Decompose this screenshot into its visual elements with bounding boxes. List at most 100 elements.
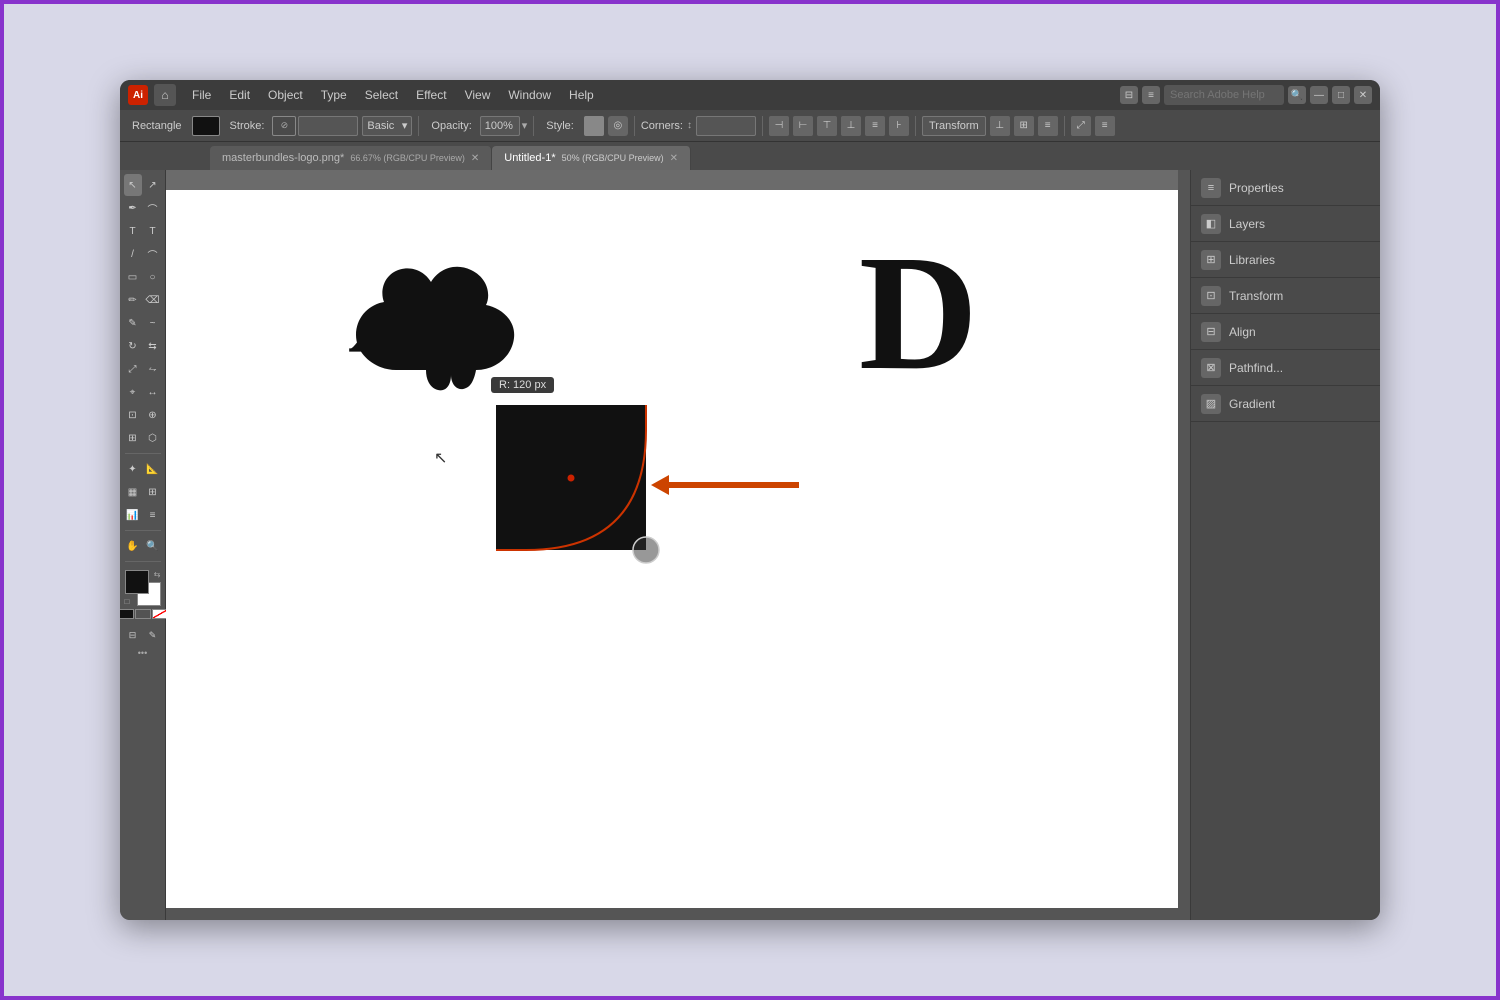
swap-colors[interactable]: ⇆ [154,570,161,579]
canvas-area[interactable]: ☁ ☁ D ↖ R: 120 px [166,170,1190,920]
mesh-tool[interactable]: ⊞ [144,481,162,503]
workspace-icon[interactable]: ≡ [1142,86,1160,104]
pen-tool[interactable]: ✒ [124,197,142,219]
type-tool[interactable]: T [124,220,142,242]
blob-tool[interactable]: ⌫ [144,289,162,311]
live-paint-tool[interactable]: ⬡ [144,427,162,449]
hand-tool[interactable]: ✋ [124,535,142,557]
type-vertical-tool[interactable]: T [144,220,162,242]
free-transform-tool[interactable]: ⊡ [124,404,142,426]
minimize-button[interactable]: — [1310,86,1328,104]
width-tool[interactable]: ↔ [144,381,162,403]
align-left-btn[interactable]: ⊣ [769,116,789,136]
main-area: ↖ ↗ ✒ ⌒ T T / ⌒ ▭ ○ ✏ ⌫ [120,170,1380,920]
data-tool[interactable]: ≡ [144,504,162,526]
edit-tool[interactable]: ✎ [145,627,161,643]
fill-swatch[interactable] [192,116,220,136]
reflect-tool[interactable]: ⇆ [144,335,162,357]
warp-tool[interactable]: ⌖ [124,381,142,403]
properties-icon: ≡ [1201,178,1221,198]
selection-tool[interactable]: ↖ [124,174,142,196]
search-icon[interactable]: 🔍 [1288,86,1306,104]
menu-select[interactable]: Select [357,80,406,110]
eyedropper-tool[interactable]: ✦ [124,458,142,480]
arc-tool[interactable]: ⌒ [144,243,162,265]
panel-gradient[interactable]: ▨ Gradient [1191,386,1380,422]
corners-input[interactable]: 119,9999 [696,116,756,136]
more-tools[interactable]: ••• [138,648,147,658]
rectangle-tool[interactable]: ▭ [124,266,142,288]
stroke-swatch[interactable]: ⊘ [272,116,296,136]
line-style-dropdown[interactable]: Basic▾ [362,116,412,136]
stroke-indicator[interactable] [135,609,151,619]
tab-0-close[interactable]: ✕ [471,153,479,164]
stroke-input[interactable] [298,116,358,136]
vertical-scrollbar[interactable] [1178,170,1190,920]
smooth-tool[interactable]: ~ [144,312,162,334]
align-center-btn[interactable]: ⊢ [793,116,813,136]
style-swatch[interactable] [584,116,604,136]
align-right-btn[interactable]: ⊤ [817,116,837,136]
scale-tool[interactable]: ⤢ [124,358,142,380]
mini-swatches [120,609,168,619]
fill-indicator[interactable] [120,609,134,619]
properties-icon[interactable]: ≡ [1095,116,1115,136]
puppet-warp-tool[interactable]: ⊕ [144,404,162,426]
shear-tool[interactable]: ⥊ [144,358,162,380]
search-input[interactable] [1164,85,1284,105]
menu-effect[interactable]: Effect [408,80,454,110]
color-swatches: ⇆ □ [125,570,161,606]
ellipse-tool[interactable]: ○ [144,266,162,288]
menu-file[interactable]: File [184,80,219,110]
panel-libraries[interactable]: ⊞ Libraries [1191,242,1380,278]
panel-layers[interactable]: ◧ Layers [1191,206,1380,242]
tab-0[interactable]: masterbundles-logo.png* 66.67% (RGB/CPU … [210,146,492,170]
close-button[interactable]: ✕ [1354,86,1372,104]
reflect-btn[interactable]: ⊥ [990,116,1010,136]
align-top-btn[interactable]: ⊥ [841,116,861,136]
reset-colors[interactable]: □ [125,597,130,606]
panel-pathfinder[interactable]: ⊠ Pathfind... [1191,350,1380,386]
expand-icon[interactable]: ⤢ [1071,116,1091,136]
canvas-cursor: ↖ [434,448,447,468]
line-tool[interactable]: / [124,243,142,265]
measure-tool[interactable]: 📐 [144,458,162,480]
arrange-icon[interactable]: ⊟ [1120,86,1138,104]
horizontal-scrollbar[interactable] [166,908,1178,920]
paintbrush-tool[interactable]: ✏ [124,289,142,311]
curvature-tool[interactable]: ⌒ [144,197,162,219]
align-middle-btn[interactable]: ≡ [865,116,885,136]
menu-view[interactable]: View [457,80,499,110]
panel-properties[interactable]: ≡ Properties [1191,170,1380,206]
panel-transform[interactable]: ⊡ Transform [1191,278,1380,314]
options-toolbar: Rectangle Stroke: ⊘ Basic▾ Opacity: ▾ St… [120,110,1380,142]
style-label: Style: [540,120,580,132]
panel-align[interactable]: ⊟ Align [1191,314,1380,350]
align-bottom-btn[interactable]: ⊦ [889,116,909,136]
menu-help[interactable]: Help [561,80,602,110]
menu-edit[interactable]: Edit [221,80,258,110]
tab-1[interactable]: Untitled-1* 50% (RGB/CPU Preview) ✕ [492,146,691,170]
opacity-input[interactable] [480,116,520,136]
shape-builder-tool[interactable]: ⊞ [124,427,142,449]
tab-1-close[interactable]: ✕ [670,153,678,164]
pencil-tool[interactable]: ✎ [124,312,142,334]
menu-type[interactable]: Type [313,80,355,110]
home-icon[interactable]: ⌂ [154,84,176,106]
arrange-btn[interactable]: ≡ [1038,116,1058,136]
app-window: Ai ⌂ File Edit Object Type Select Effect… [120,80,1380,920]
tab-1-label: Untitled-1* [504,152,555,164]
gradient-tool[interactable]: ▦ [124,481,142,503]
menu-window[interactable]: Window [500,80,559,110]
pathfinder-btn[interactable]: ⊞ [1014,116,1034,136]
direct-select-tool[interactable]: ↗ [144,174,162,196]
transform-button[interactable]: Transform [922,116,986,136]
rotate-tool[interactable]: ↻ [124,335,142,357]
foreground-swatch[interactable] [125,570,149,594]
menu-object[interactable]: Object [260,80,311,110]
zoom-tool[interactable]: 🔍 [144,535,162,557]
graph-tool[interactable]: 📊 [124,504,142,526]
artboard-tool[interactable]: ⊟ [125,627,141,643]
maximize-button[interactable]: □ [1332,86,1350,104]
style-icon[interactable]: ◎ [608,116,628,136]
